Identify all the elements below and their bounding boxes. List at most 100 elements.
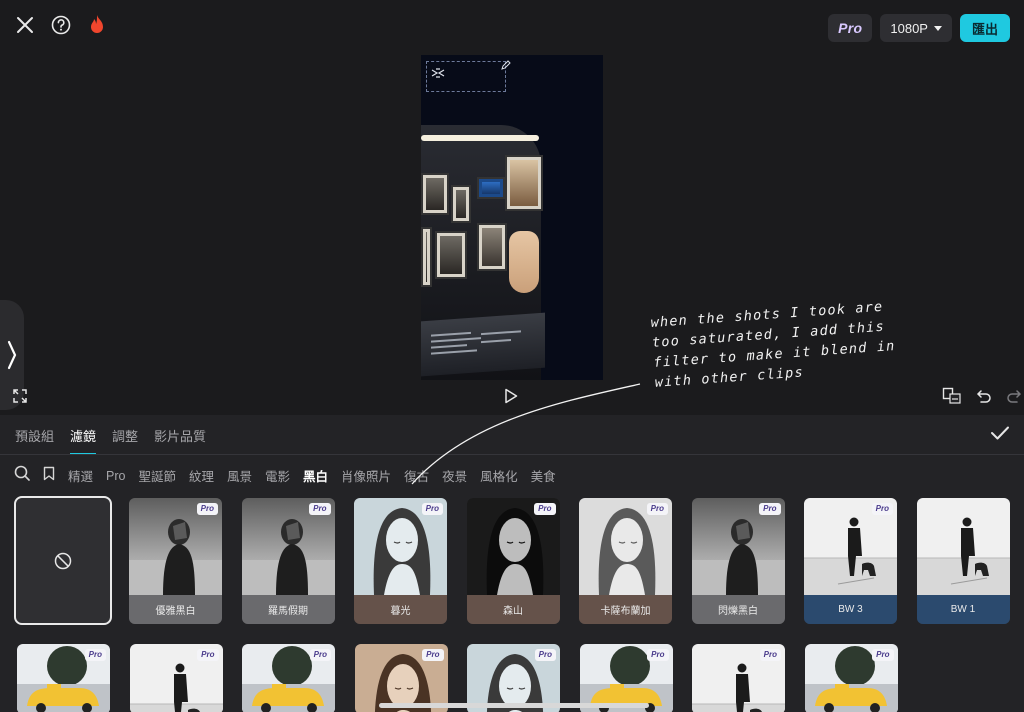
- category-movie[interactable]: 電影: [265, 466, 290, 485]
- undo-icon[interactable]: [976, 388, 992, 409]
- filter-name: BW 3: [804, 595, 897, 624]
- filter-card[interactable]: Pro 優雅黑白: [129, 498, 222, 624]
- caret-down-icon: [933, 25, 942, 31]
- filter-card[interactable]: Pro: [17, 644, 110, 712]
- scene-light: [421, 135, 539, 141]
- scene-frame: [505, 155, 543, 211]
- pro-badge: Pro: [422, 649, 444, 661]
- scene-frame: [421, 173, 449, 215]
- playback-controls: [504, 388, 518, 408]
- pro-badge: Pro: [759, 503, 781, 515]
- play-icon[interactable]: [504, 388, 518, 409]
- filter-thumbnail: [916, 498, 1010, 595]
- help-icon[interactable]: [50, 14, 72, 36]
- pro-badge: Pro: [534, 503, 556, 515]
- pro-button[interactable]: Pro: [828, 14, 873, 42]
- tab-presets[interactable]: 預設組: [15, 426, 54, 455]
- panel-divider: [0, 454, 1024, 455]
- no-filter-button[interactable]: [14, 496, 112, 625]
- fire-icon[interactable]: [86, 14, 108, 36]
- scene-frame: [421, 227, 432, 287]
- scene-shoe: [509, 231, 539, 293]
- pro-badge: Pro: [197, 649, 219, 661]
- resolution-dropdown[interactable]: 1080P: [880, 14, 952, 42]
- keyframe-icon[interactable]: [942, 387, 962, 410]
- pro-badge: Pro: [759, 649, 781, 661]
- category-food[interactable]: 美食: [531, 466, 556, 485]
- filter-card[interactable]: Pro 暮光: [354, 498, 447, 624]
- filter-card[interactable]: Pro: [242, 644, 335, 712]
- category-featured[interactable]: 精選: [68, 466, 93, 485]
- filter-card[interactable]: Pro: [129, 644, 223, 712]
- filter-name: 閃爍黑白: [691, 595, 785, 624]
- filter-name: 卡薩布蘭加: [579, 595, 672, 624]
- pro-badge: Pro: [871, 503, 893, 515]
- category-christmas[interactable]: 聖誕節: [138, 466, 176, 485]
- category-stylized[interactable]: 風格化: [480, 466, 518, 485]
- left-controls: [12, 388, 28, 408]
- tab-adjust[interactable]: 調整: [112, 426, 138, 455]
- handwritten-annotation: when the shots I took are too saturated,…: [650, 295, 915, 393]
- home-indicator: [379, 703, 649, 708]
- video-preview[interactable]: [421, 55, 603, 380]
- top-left-controls: [14, 14, 108, 36]
- filter-card[interactable]: Pro: [804, 644, 898, 712]
- filter-name: 暮光: [354, 595, 447, 624]
- pro-badge: Pro: [646, 503, 668, 515]
- filter-card[interactable]: Pro 卡薩布蘭加: [579, 498, 672, 624]
- fullscreen-icon[interactable]: [12, 388, 28, 409]
- filter-card[interactable]: Pro: [579, 644, 673, 712]
- category-portrait[interactable]: 肖像照片: [341, 466, 391, 485]
- scene-frame: [477, 177, 505, 199]
- export-button[interactable]: 匯出: [959, 14, 1010, 42]
- pro-badge: Pro: [421, 503, 443, 515]
- filter-card[interactable]: Pro 閃爍黑白: [691, 498, 785, 624]
- tab-filters[interactable]: 濾鏡: [70, 426, 97, 455]
- pro-badge: Pro: [647, 649, 669, 661]
- category-night[interactable]: 夜景: [442, 466, 467, 485]
- filter-categories: 精選 Pro 聖誕節 紋理 風景 電影 黑白 肖像照片 復古 夜景 風格化 美食: [14, 465, 556, 486]
- filter-name: 羅馬假期: [241, 595, 335, 624]
- scene-frame: [435, 231, 467, 279]
- filter-card[interactable]: Pro: [354, 644, 448, 712]
- category-retro[interactable]: 復古: [404, 466, 429, 485]
- filter-card[interactable]: Pro BW 3: [804, 498, 897, 624]
- close-icon[interactable]: [14, 14, 36, 36]
- panel-tabs: 預設組 濾鏡 調整 影片品質: [15, 426, 206, 455]
- edit-pencil-icon[interactable]: [501, 57, 511, 75]
- filter-name: BW 1: [916, 595, 1010, 624]
- filter-card[interactable]: Pro 森山: [466, 498, 560, 624]
- pro-badge: Pro: [309, 649, 331, 661]
- bookmark-icon[interactable]: [43, 466, 55, 486]
- filter-card[interactable]: Pro: [467, 644, 560, 712]
- pro-badge: Pro: [84, 649, 106, 661]
- right-controls: [942, 387, 1022, 410]
- capcut-logo-icon: [431, 65, 445, 83]
- category-black-white[interactable]: 黑白: [303, 466, 328, 485]
- category-pro[interactable]: Pro: [106, 469, 125, 483]
- filter-card[interactable]: Pro 羅馬假期: [241, 498, 335, 624]
- pro-label: Pro: [838, 20, 863, 36]
- chevron-right-icon: [7, 340, 17, 370]
- pro-badge: Pro: [196, 503, 218, 515]
- tab-video-quality[interactable]: 影片品質: [154, 426, 206, 455]
- none-icon: [54, 552, 72, 569]
- resolution-label: 1080P: [890, 20, 928, 36]
- filter-name: 優雅黑白: [129, 595, 222, 624]
- export-label: 匯出: [971, 21, 998, 37]
- redo-icon[interactable]: [1006, 388, 1022, 409]
- pro-badge: Pro: [872, 649, 894, 661]
- category-landscape[interactable]: 風景: [227, 466, 252, 485]
- scene-frame: [451, 185, 471, 223]
- filter-card[interactable]: BW 1: [916, 498, 1010, 624]
- search-icon[interactable]: [14, 465, 30, 486]
- filter-card[interactable]: Pro: [692, 644, 785, 712]
- category-texture[interactable]: 紋理: [189, 466, 214, 485]
- top-right-controls: Pro 1080P 匯出: [828, 14, 1010, 42]
- pro-badge: Pro: [534, 649, 556, 661]
- scene-desk: [421, 312, 545, 377]
- filter-panel: 預設組 濾鏡 調整 影片品質 精選 Pro 聖誕節 紋理 風景 電影 黑白 肖像…: [0, 415, 1024, 712]
- confirm-check-icon[interactable]: [990, 425, 1010, 446]
- filter-name: 森山: [466, 595, 560, 624]
- scene-frame: [477, 223, 507, 271]
